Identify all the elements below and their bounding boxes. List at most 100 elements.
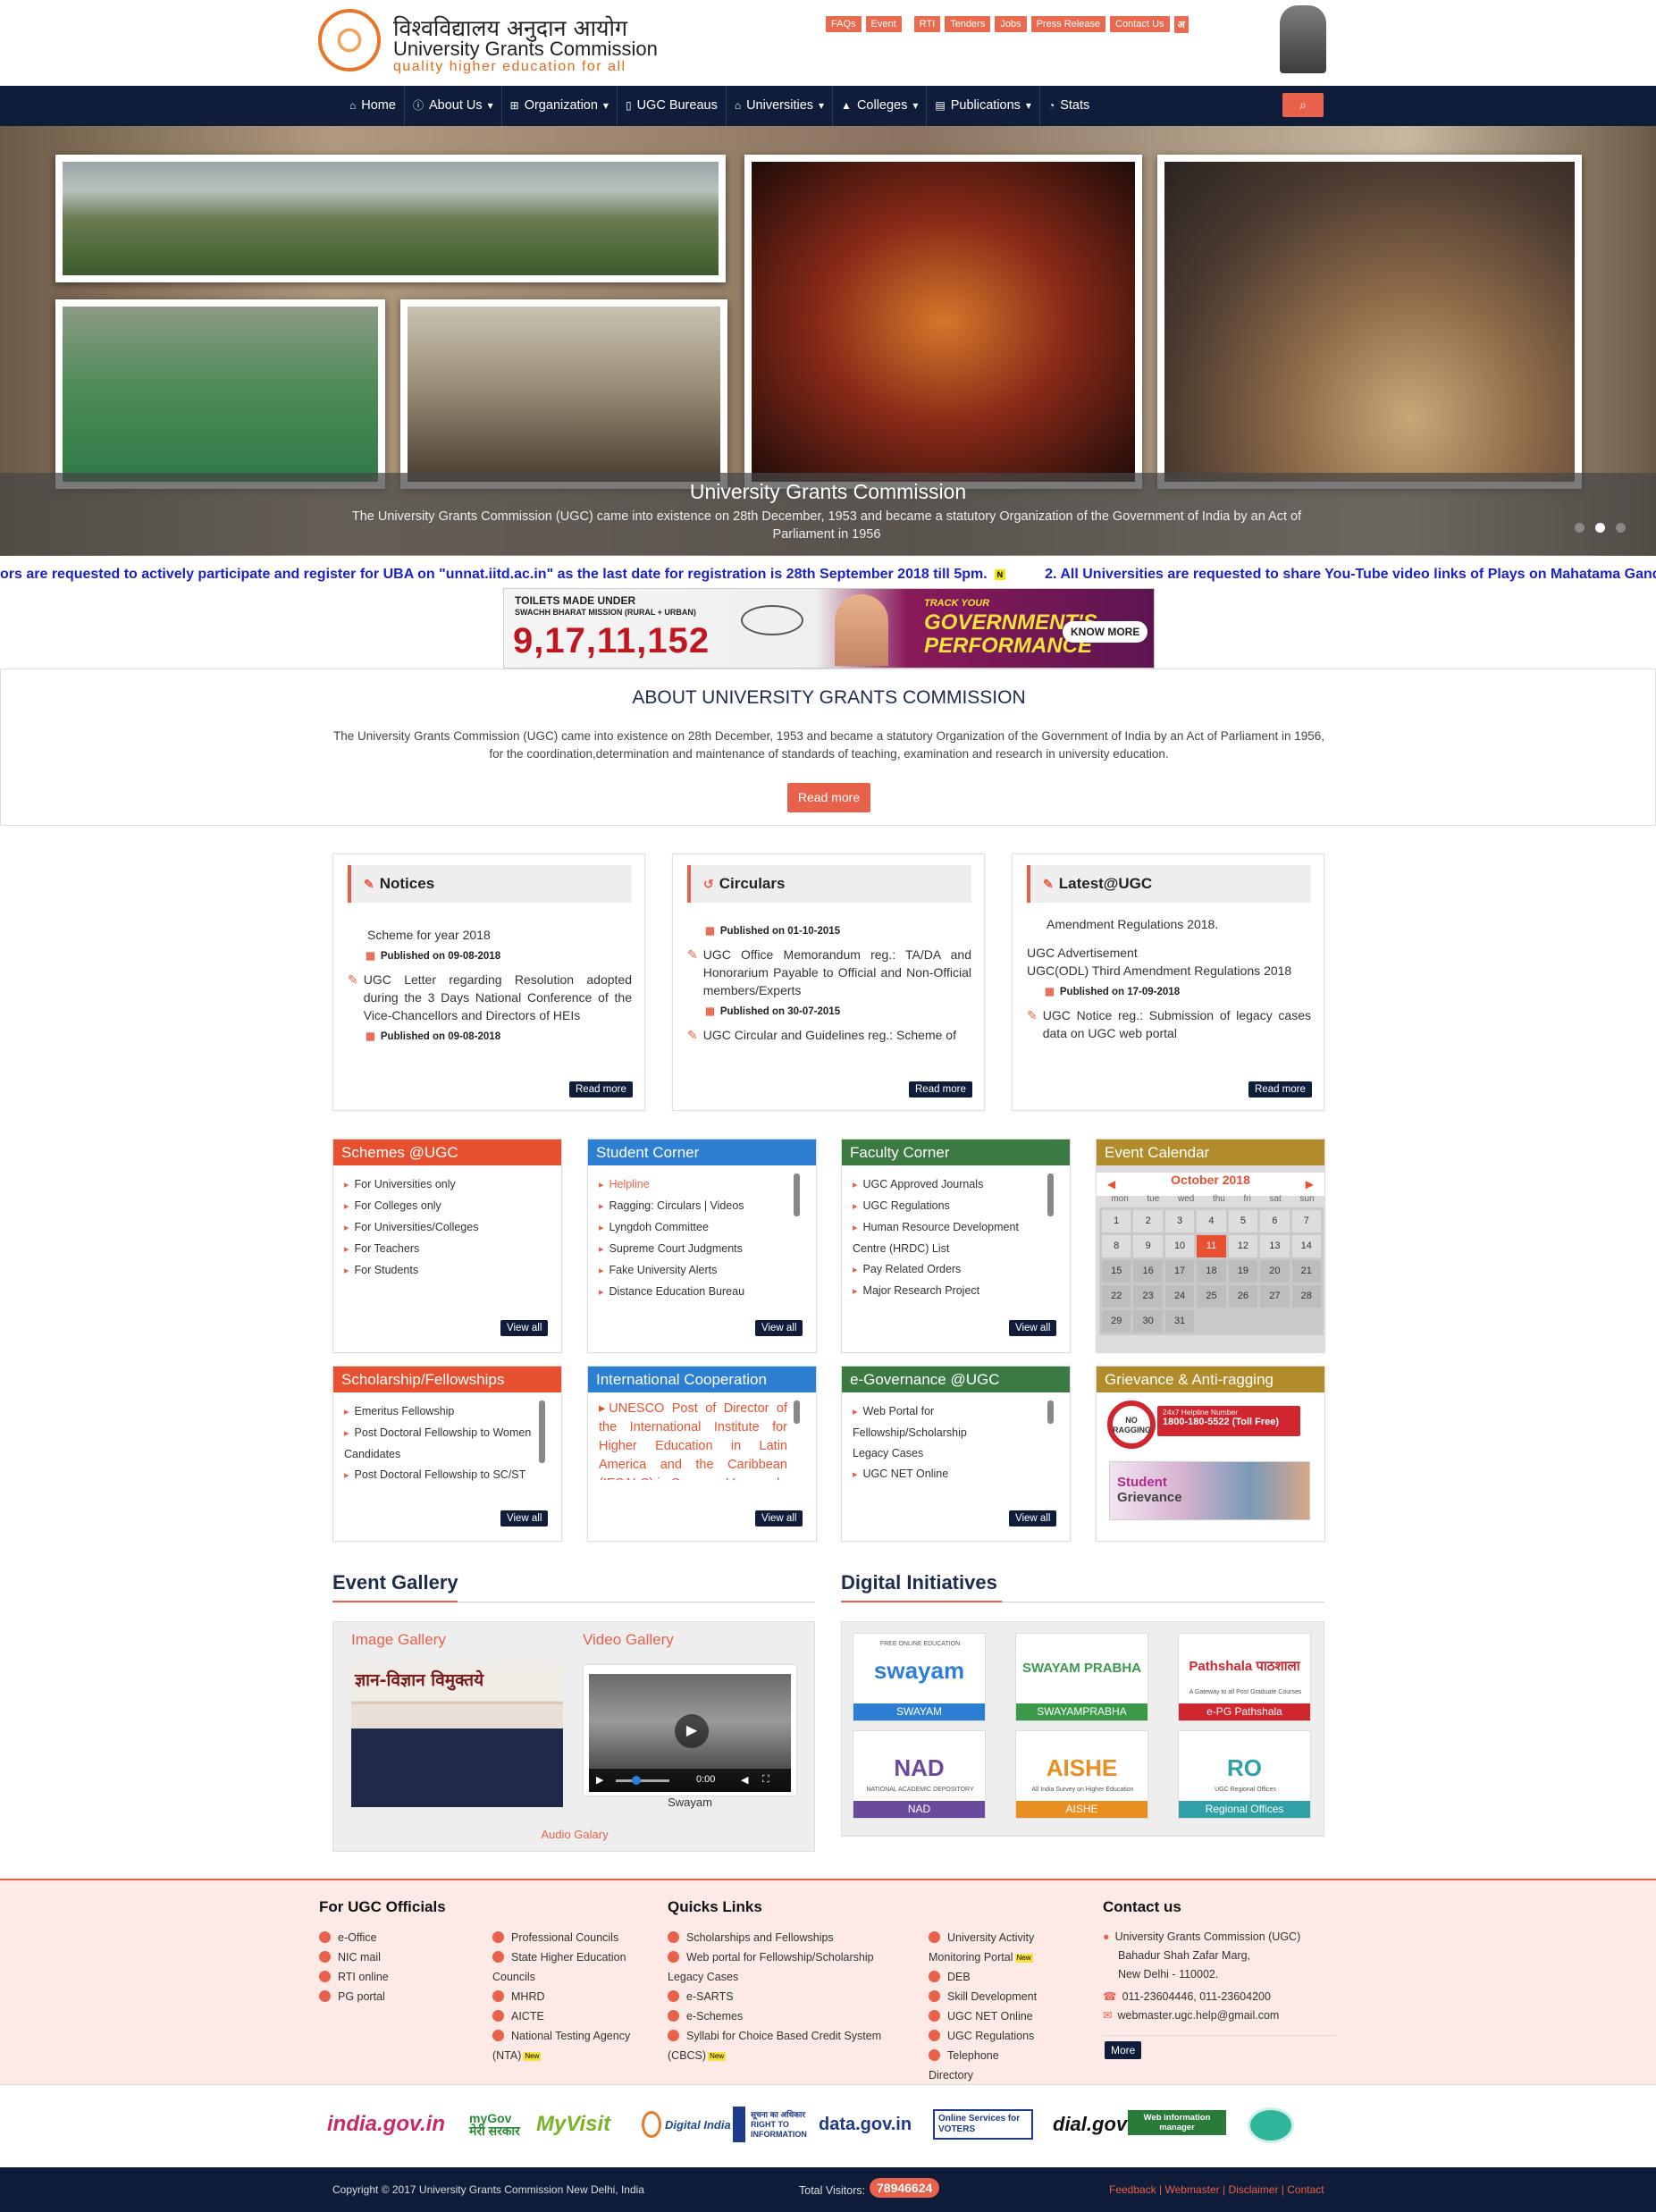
latest-list[interactable]: Amendment Regulations 2018. UGC Advertis… [1027, 919, 1311, 1075]
rti-link[interactable]: RTI [913, 16, 941, 32]
digital-initiative-tile[interactable]: RO UGC Regional Offices Regional Offices [1178, 1730, 1311, 1819]
contact-more-button[interactable]: More [1105, 2041, 1142, 2059]
prev-month-icon[interactable]: ◀ [1107, 1178, 1115, 1190]
nav-stats[interactable]: ◔ Stats [1040, 86, 1097, 126]
tenders-link[interactable]: Tenders [945, 16, 991, 32]
circular-item[interactable]: ✎ UGC Circular and Guidelines reg.: Schem… [687, 1026, 971, 1044]
egov-view-all-button[interactable]: View all [1009, 1510, 1057, 1527]
footer-link[interactable]: State Higher Education Councils [492, 1947, 644, 1987]
know-more-button[interactable]: KNOW MORE [1063, 621, 1148, 643]
volume-slider-handle[interactable] [632, 1776, 641, 1785]
international-view-all-button[interactable]: View all [755, 1510, 803, 1527]
list-item[interactable]: UGC Regulations [853, 1196, 1043, 1217]
slider-dot-active[interactable] [1595, 523, 1605, 533]
footer-link[interactable]: UGC Regulations [929, 2026, 1045, 2046]
list-item[interactable]: Helpline [599, 1174, 816, 1196]
audio-gallery-link[interactable]: Audio Galary [333, 1828, 816, 1841]
disclaimer-link[interactable]: Disclaimer [1228, 2183, 1278, 2196]
nav-ugc-bureaus[interactable]: ▯ UGC Bureaus [618, 86, 727, 126]
list-item[interactable]: Post Doctoral Fellowship to SC/ST [344, 1465, 534, 1486]
feedback-link[interactable]: Feedback [1109, 2183, 1156, 2196]
calendar-day[interactable]: 27 [1260, 1285, 1290, 1308]
calendar-day[interactable]: 28 [1291, 1285, 1321, 1308]
digital-initiative-tile[interactable]: NAD NATIONAL ACADEMIC DEPOSITORY NAD [853, 1730, 986, 1819]
list-item[interactable]: Lyngdoh Committee [599, 1217, 816, 1239]
mygov-logo[interactable]: myGov मेरी सरकार [469, 2105, 523, 2144]
list-item[interactable]: Fake University Alerts [599, 1260, 816, 1282]
calendar-day[interactable]: 6 [1260, 1210, 1290, 1232]
latest-item[interactable]: Amendment Regulations 2018. [1027, 919, 1311, 933]
contact-link[interactable]: Contact [1287, 2183, 1324, 2196]
footer-link[interactable]: RTI online [319, 1967, 462, 1987]
hindi-language-toggle[interactable]: अ [1173, 16, 1189, 33]
list-item[interactable]: UGC NET Online [853, 1464, 998, 1485]
footer-link[interactable]: University Activity Monitoring Portal New [929, 1928, 1045, 1967]
calendar-day[interactable]: 1 [1102, 1210, 1131, 1232]
scrollbar[interactable] [539, 1400, 545, 1463]
digital-initiative-tile[interactable]: Pathshala पाठशाला A Gateway to all Post G… [1178, 1633, 1311, 1721]
anti-ragging-banner[interactable]: NO RAGGING 24x7 Helpline Number 1800-180-… [1107, 1400, 1313, 1449]
calendar-day[interactable]: 29 [1102, 1310, 1131, 1333]
about-read-more-button[interactable]: Read more [787, 783, 870, 812]
list-item[interactable]: For Teachers [344, 1239, 561, 1260]
circulars-read-more-button[interactable]: Read more [909, 1081, 972, 1098]
list-item[interactable]: For Colleges only [344, 1196, 561, 1217]
slider-dot[interactable] [1616, 523, 1626, 533]
calendar-day[interactable]: 7 [1291, 1210, 1321, 1232]
calendar-day[interactable]: 9 [1133, 1235, 1163, 1257]
latest-item[interactable]: UGC Advertisement [1027, 944, 1311, 962]
play-icon[interactable]: ▶ [675, 1714, 709, 1748]
ugc-logo-icon[interactable] [318, 9, 381, 71]
calendar-day[interactable]: 25 [1197, 1285, 1226, 1308]
calendar-day[interactable]: 18 [1197, 1260, 1226, 1283]
list-item[interactable]: Distance Education Bureau [599, 1282, 816, 1303]
list-item[interactable]: Ragging: Circulars | Videos [599, 1196, 816, 1217]
footer-link[interactable]: National Testing Agency (NTA) New [492, 2026, 644, 2065]
press-release-link[interactable]: Press Release [1030, 16, 1106, 32]
webmaster-link[interactable]: Webmaster [1165, 2183, 1220, 2196]
video-player[interactable]: ▶ ▶ 0:00 ◀ ⛶ [589, 1674, 791, 1792]
nav-publications[interactable]: ▤ Publications ▾ [927, 86, 1040, 126]
calendar-day[interactable]: 19 [1228, 1260, 1258, 1283]
faculty-view-all-button[interactable]: View all [1009, 1320, 1057, 1336]
list-item[interactable]: UGC Approved Journals [853, 1174, 1043, 1196]
fullscreen-icon[interactable]: ⛶ [762, 1774, 769, 1786]
list-item[interactable]: Emeritus Fellowship [344, 1401, 534, 1423]
calendar-day[interactable]: 8 [1102, 1235, 1131, 1257]
latest-read-more-button[interactable]: Read more [1248, 1081, 1312, 1098]
footer-link[interactable]: Professional Councils [492, 1928, 644, 1947]
list-item[interactable]: For Universities only [344, 1174, 561, 1196]
footer-link[interactable]: e-Office [319, 1928, 462, 1947]
footer-link[interactable]: e-Schemes [668, 2006, 891, 2026]
calendar-day[interactable]: 20 [1260, 1260, 1290, 1283]
data-gov-logo[interactable]: data.gov.in [819, 2105, 912, 2144]
video-card[interactable]: ▶ ▶ 0:00 ◀ ⛶ [583, 1664, 797, 1796]
nav-universities[interactable]: ⌂ Universities ▾ [727, 86, 834, 126]
calendar-day[interactable]: 3 [1164, 1210, 1195, 1232]
footer-link[interactable]: Scholarships and Fellowships [668, 1928, 891, 1947]
calendar-day[interactable]: 12 [1228, 1235, 1258, 1257]
schemes-view-all-button[interactable]: View all [500, 1320, 549, 1336]
footer-link[interactable]: NIC mail [319, 1947, 462, 1967]
calendar-day[interactable]: 4 [1197, 1210, 1226, 1232]
calendar-day[interactable]: 26 [1228, 1285, 1258, 1308]
hero-slider[interactable]: University Grants Commission The Univers… [0, 126, 1656, 556]
list-item[interactable]: For Universities/Colleges [344, 1217, 561, 1239]
list-item[interactable]: Web Portal for Fellowship/Scholarship Le… [853, 1401, 998, 1464]
gallery-image[interactable]: ज्ञान-विज्ञान विमुक्तये [351, 1664, 563, 1807]
calendar-day[interactable]: 22 [1102, 1285, 1131, 1308]
calendar-day[interactable]: 14 [1291, 1235, 1321, 1257]
notice-item[interactable]: Scheme for year 2018 [348, 926, 632, 944]
calendar-day[interactable]: 2 [1133, 1210, 1163, 1232]
calendar-day[interactable]: 17 [1164, 1260, 1195, 1283]
news-ticker[interactable]: ors are requested to actively participat… [0, 563, 1656, 585]
student-view-all-button[interactable]: View all [755, 1320, 803, 1336]
play-control-icon[interactable]: ▶ [596, 1774, 603, 1786]
video-gallery-link[interactable]: Video Gallery [583, 1631, 674, 1649]
search-button[interactable]: ⌕ [1282, 93, 1324, 117]
notices-read-more-button[interactable]: Read more [569, 1081, 633, 1098]
nav-about-us[interactable]: ⓘ About Us ▾ [405, 86, 502, 126]
calendar-day[interactable]: 15 [1102, 1260, 1131, 1283]
calendar-day[interactable]: 24 [1164, 1285, 1195, 1308]
voters-logo[interactable]: Online Services for VOTERS [933, 2109, 1033, 2140]
